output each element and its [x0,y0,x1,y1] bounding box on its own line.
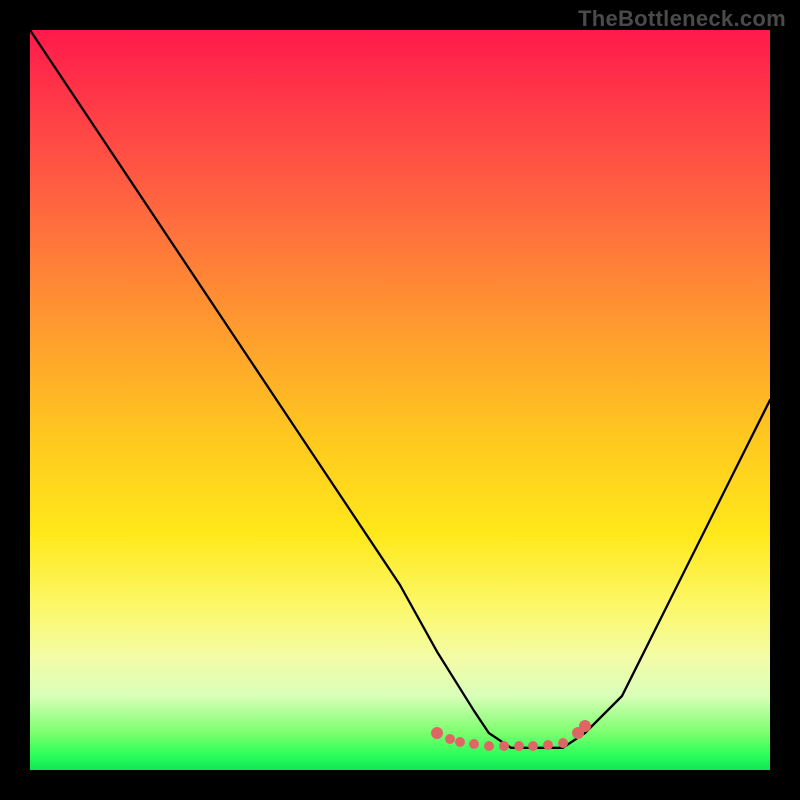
bottleneck-curve [30,30,770,748]
plot-area [30,30,770,770]
chart-svg [30,30,770,770]
watermark-text: TheBottleneck.com [578,6,786,32]
trough-dots [431,720,591,751]
chart-frame: TheBottleneck.com [0,0,800,800]
